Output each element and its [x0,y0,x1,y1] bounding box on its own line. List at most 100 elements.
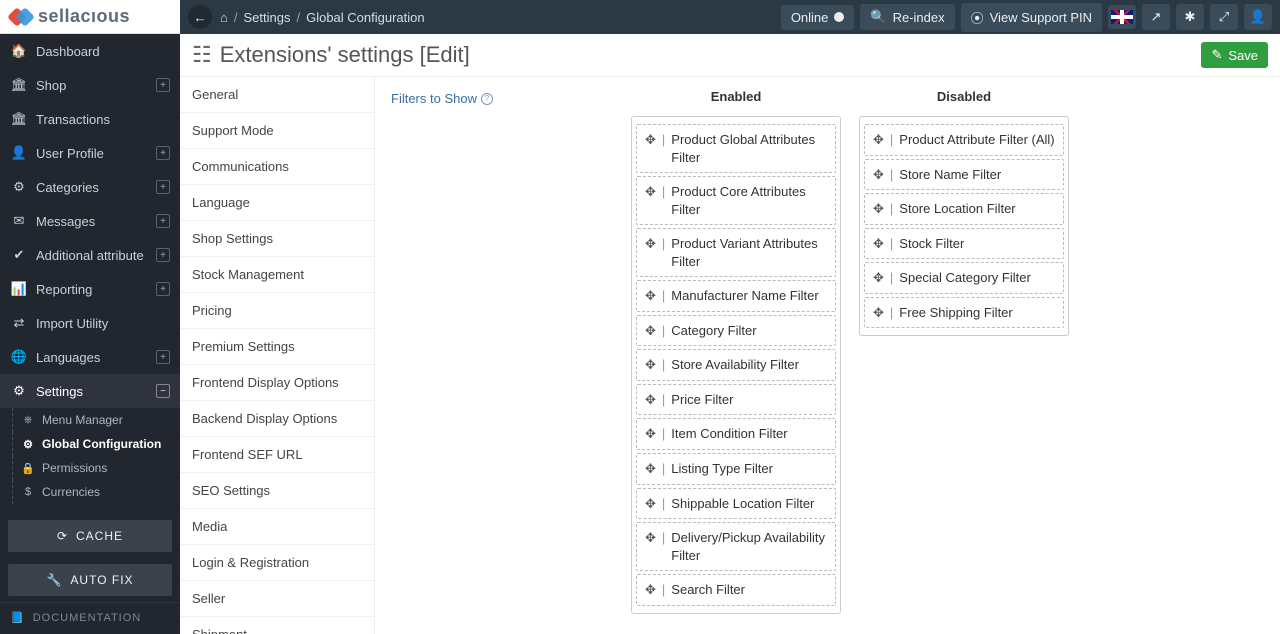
external-link-button[interactable]: ↗ [1142,4,1170,30]
tab-login-registration[interactable]: Login & Registration [180,545,374,581]
expand-icon: + [156,248,170,262]
breadcrumb-settings[interactable]: Settings [243,10,290,25]
filter-item-item-condition-filter[interactable]: ✥|Item Condition Filter [636,418,836,450]
sidebar-subitem-menu-manager[interactable]: ⎈Menu Manager [0,408,180,432]
filter-item-manufacturer-name-filter[interactable]: ✥|Manufacturer Name Filter [636,280,836,312]
drag-handle-icon[interactable]: ✥ [645,183,656,200]
drag-handle-icon[interactable]: ✥ [873,269,884,286]
drag-handle-icon[interactable]: ✥ [645,356,656,373]
drag-handle-icon[interactable]: ✥ [645,581,656,598]
filter-item-search-filter[interactable]: ✥|Search Filter [636,574,836,606]
sidebar-subitem-global-configuration[interactable]: ⚙Global Configuration [0,432,180,456]
tab-seo-settings[interactable]: SEO Settings [180,473,374,509]
drag-handle-icon[interactable]: ✥ [645,235,656,252]
sidebar-item-categories[interactable]: ⚙Categories+ [0,170,180,204]
filter-item-store-availability-filter[interactable]: ✥ | Store Availability Filter [636,349,836,381]
sidebar-item-user-profile[interactable]: 👤User Profile+ [0,136,180,170]
tab-shipment[interactable]: Shipment [180,617,374,634]
autofix-button[interactable]: 🔧 AUTO FIX [8,564,172,596]
tab-language[interactable]: Language [180,185,374,221]
divider-icon: | [890,166,893,183]
filter-item-free-shipping-filter[interactable]: ✥|Free Shipping Filter [864,297,1064,329]
drag-handle-icon[interactable]: ✥ [645,287,656,304]
sidebar-item-additional-attribute[interactable]: ✔Additional attribute+ [0,238,180,272]
divider-icon: | [890,200,893,217]
sub-label: Permissions [42,461,107,475]
nav-label: Transactions [36,112,170,127]
filter-item-shippable-location-filter[interactable]: ✥|Shippable Location Filter [636,488,836,520]
tab-communications[interactable]: Communications [180,149,374,185]
drag-handle-icon[interactable]: ✥ [645,131,656,148]
wrench-icon: 🔧 [46,573,62,587]
filter-label: Item Condition Filter [671,425,827,443]
language-flag-button[interactable] [1108,5,1136,29]
filter-item-special-category-filter[interactable]: ✥|Special Category Filter [864,262,1064,294]
filter-label: Store Availability Filter [671,356,827,374]
sidebar-item-import-utility[interactable]: ⇄Import Utility [0,306,180,340]
page-title: Extensions' settings [Edit] [220,42,470,68]
sidebar-item-shop[interactable]: 🏛Shop+ [0,68,180,102]
drag-handle-icon[interactable]: ✥ [645,460,656,477]
brand-logo[interactable]: sellacıous [0,0,180,34]
back-button[interactable]: ← [188,5,212,29]
drag-handle-icon[interactable]: ✥ [873,200,884,217]
filter-item-category-filter[interactable]: ✥|Category Filter [636,315,836,347]
enabled-filters-list[interactable]: ✥|Product Global Attributes Filter✥|Prod… [631,116,841,614]
sidebar-item-settings[interactable]: ⚙Settings− [0,374,180,408]
divider-icon: | [662,356,665,373]
drag-handle-icon[interactable]: ✥ [645,529,656,546]
drag-handle-icon[interactable]: ✥ [645,322,656,339]
drag-handle-icon[interactable]: ✥ [873,131,884,148]
online-status-button[interactable]: Online [781,5,855,30]
filter-item-product-attribute-filter-all-[interactable]: ✥|Product Attribute Filter (All) [864,124,1064,156]
sidebar-item-dashboard[interactable]: 🏠Dashboard [0,34,180,68]
filter-label: Shippable Location Filter [671,495,827,513]
tab-pricing[interactable]: Pricing [180,293,374,329]
tab-stock-management[interactable]: Stock Management [180,257,374,293]
nav-label: Shop [36,78,156,93]
help-icon[interactable]: ? [481,93,493,105]
breadcrumb: ⌂ / Settings / Global Configuration [220,10,425,25]
tab-backend-display-options[interactable]: Backend Display Options [180,401,374,437]
tab-premium-settings[interactable]: Premium Settings [180,329,374,365]
fullscreen-button[interactable]: ⤢ [1210,4,1238,30]
disabled-filters-list[interactable]: ✥|Product Attribute Filter (All)✥|Store … [859,116,1069,336]
drag-handle-icon[interactable]: ✥ [645,425,656,442]
filter-item-store-location-filter[interactable]: ✥|Store Location Filter [864,193,1064,225]
save-button[interactable]: ✎ Save [1201,42,1268,68]
tab-frontend-display-options[interactable]: Frontend Display Options [180,365,374,401]
user-menu-button[interactable]: 👤 [1244,4,1272,30]
filter-item-listing-type-filter[interactable]: ✥|Listing Type Filter [636,453,836,485]
sidebar-subitem-permissions[interactable]: 🔒Permissions [0,456,180,480]
drag-handle-icon[interactable]: ✥ [873,166,884,183]
sidebar-item-messages[interactable]: ✉Messages+ [0,204,180,238]
divider-icon: | [890,235,893,252]
tab-support-mode[interactable]: Support Mode [180,113,374,149]
tab-shop-settings[interactable]: Shop Settings [180,221,374,257]
filter-item-stock-filter[interactable]: ✥|Stock Filter [864,228,1064,260]
drag-handle-icon[interactable]: ✥ [645,495,656,512]
home-icon[interactable]: ⌂ [220,10,228,25]
cache-button[interactable]: ⟳ CACHE [8,520,172,552]
tab-media[interactable]: Media [180,509,374,545]
tab-general[interactable]: General [180,77,374,113]
documentation-link[interactable]: 📘 DOCUMENTATION [0,602,180,634]
drag-handle-icon[interactable]: ✥ [873,304,884,321]
filter-item-delivery-pickup-availability-filter[interactable]: ✥|Delivery/Pickup Availability Filter [636,522,836,571]
tab-seller[interactable]: Seller [180,581,374,617]
filter-item-product-global-attributes-filter[interactable]: ✥|Product Global Attributes Filter [636,124,836,173]
filter-item-product-core-attributes-filter[interactable]: ✥|Product Core Attributes Filter [636,176,836,225]
drag-handle-icon[interactable]: ✥ [645,391,656,408]
filter-item-product-variant-attributes-filter[interactable]: ✥|Product Variant Attributes Filter [636,228,836,277]
joomla-button[interactable]: ✱ [1176,4,1204,30]
sidebar-item-reporting[interactable]: 📊Reporting+ [0,272,180,306]
drag-handle-icon[interactable]: ✥ [873,235,884,252]
tab-frontend-sef-url[interactable]: Frontend SEF URL [180,437,374,473]
filter-item-price-filter[interactable]: ✥|Price Filter [636,384,836,416]
support-pin-button[interactable]: ⦿ View Support PIN [961,3,1102,32]
filter-item-store-name-filter[interactable]: ✥|Store Name Filter [864,159,1064,191]
sidebar-subitem-currencies[interactable]: $Currencies [0,480,180,504]
reindex-button[interactable]: 🔍 Re-index [860,4,954,30]
sidebar-item-languages[interactable]: 🌐Languages+ [0,340,180,374]
sidebar-item-transactions[interactable]: 🏛Transactions [0,102,180,136]
